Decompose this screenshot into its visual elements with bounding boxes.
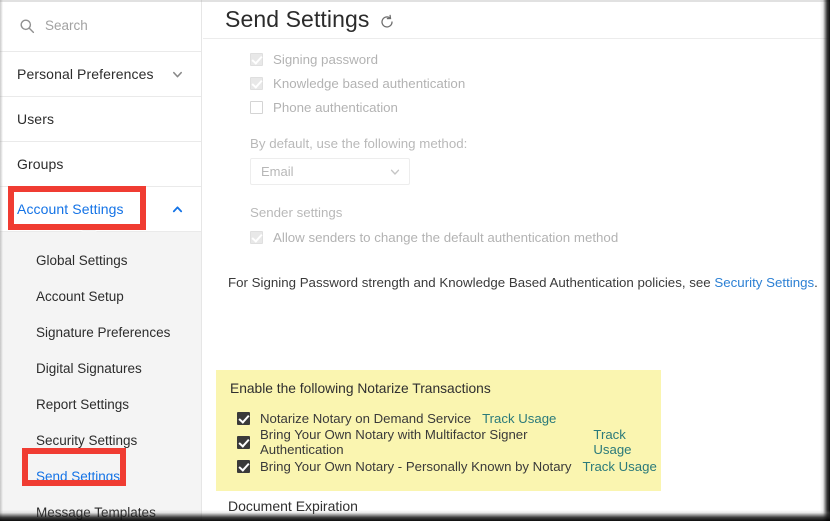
checkbox-signing-password[interactable] xyxy=(250,52,263,66)
checkbox-row-phone-authentication[interactable]: Phone authentication xyxy=(203,95,830,119)
policy-note-suffix: . xyxy=(814,275,818,290)
sidebar-item-account-setup[interactable]: Account Setup xyxy=(0,278,201,314)
sidebar: Search Personal Preferences Users Groups… xyxy=(0,0,202,521)
checkbox-row-allow-senders-change-default[interactable]: Allow senders to change the default auth… xyxy=(203,225,830,249)
document-expiration-title: Document Expiration xyxy=(228,498,358,514)
chevron-down-icon[interactable] xyxy=(171,68,184,81)
checkbox-byon-personally-known[interactable] xyxy=(237,459,250,473)
track-usage-link[interactable]: Track Usage xyxy=(593,427,661,457)
authentication-methods-group: Signing password Knowledge based authent… xyxy=(203,47,830,249)
page-title: Send Settings xyxy=(225,5,370,32)
checkbox-phone-authentication[interactable] xyxy=(250,100,263,114)
sidebar-item-security-settings[interactable]: Security Settings xyxy=(0,422,201,458)
notarize-transactions-section: Enable the following Notarize Transactio… xyxy=(216,370,661,491)
sidebar-subitem-label: Global Settings xyxy=(36,252,128,268)
screenshot-frame: Search Personal Preferences Users Groups… xyxy=(0,0,830,521)
sidebar-item-message-templates[interactable]: Message Templates xyxy=(0,494,201,521)
sidebar-subitem-label: Security Settings xyxy=(36,432,138,448)
sidebar-item-label: Personal Preferences xyxy=(17,66,154,82)
default-method-label: By default, use the following method: xyxy=(250,136,468,151)
checkbox-row-signing-password[interactable]: Signing password xyxy=(203,47,830,71)
policy-note: For Signing Password strength and Knowle… xyxy=(203,275,830,290)
sidebar-item-label: Users xyxy=(17,111,55,127)
checkbox-notarize-on-demand[interactable] xyxy=(237,411,250,425)
default-method-value: Email xyxy=(261,164,294,179)
sidebar-item-label: Groups xyxy=(17,156,64,172)
sidebar-subitem-label: Signature Preferences xyxy=(36,324,171,340)
sidebar-item-global-settings[interactable]: Global Settings xyxy=(0,242,201,278)
sidebar-item-report-settings[interactable]: Report Settings xyxy=(0,386,201,422)
checkbox-allow-senders-change-default[interactable] xyxy=(250,230,263,244)
submenu-notch-icon xyxy=(80,224,98,233)
checkbox-label: Bring Your Own Notary with Multifactor S… xyxy=(260,427,528,457)
page-header: Send Settings xyxy=(203,0,830,39)
main-panel: Send Settings Signing password Knowledge… xyxy=(203,0,830,521)
track-usage-link[interactable]: Track Usage xyxy=(583,459,657,474)
sender-settings-label: Sender settings xyxy=(250,205,343,220)
checkbox-label: Knowledge based authentication xyxy=(273,75,466,91)
sidebar-subitem-label: Send Settings xyxy=(36,468,121,484)
policy-note-text: For Signing Password strength and Knowle… xyxy=(228,275,715,290)
account-settings-submenu: Global Settings Account Setup Signature … xyxy=(0,224,201,521)
checkbox-row-knowledge-based-authentication[interactable]: Knowledge based authentication xyxy=(203,71,830,95)
checkbox-label: Phone authentication xyxy=(273,99,398,115)
chevron-down-icon[interactable] xyxy=(389,166,401,178)
security-settings-link[interactable]: Security Settings xyxy=(714,275,814,290)
sidebar-item-groups[interactable]: Groups xyxy=(0,142,201,187)
search-input[interactable]: Search xyxy=(0,0,201,52)
search-placeholder: Search xyxy=(45,18,88,33)
sidebar-item-account-settings[interactable]: Account Settings xyxy=(0,187,201,232)
settings-content: Signing password Knowledge based authent… xyxy=(203,39,830,521)
checkbox-knowledge-based-authentication[interactable] xyxy=(250,76,263,90)
sidebar-item-users[interactable]: Users xyxy=(0,97,201,142)
sidebar-subitem-label: Account Setup xyxy=(36,288,124,304)
default-method-select[interactable]: Email xyxy=(250,158,410,185)
checkbox-label: Bring Your Own Notary - Personally Known… xyxy=(260,458,572,474)
checkbox-byon-multifactor[interactable] xyxy=(237,435,250,449)
sidebar-subitem-label: Report Settings xyxy=(36,396,130,412)
notarize-section-title: Enable the following Notarize Transactio… xyxy=(230,381,491,396)
checkbox-label: Allow senders to change the default auth… xyxy=(273,229,619,245)
chevron-up-icon[interactable] xyxy=(171,203,184,216)
sidebar-item-send-settings[interactable]: Send Settings xyxy=(0,458,201,494)
sidebar-item-personal-preferences[interactable]: Personal Preferences xyxy=(0,52,201,97)
sidebar-item-digital-signatures[interactable]: Digital Signatures xyxy=(0,350,201,386)
checkbox-row-byon-personally-known[interactable]: Bring Your Own Notary - Personally Known… xyxy=(216,454,661,478)
sidebar-subitem-label: Message Templates xyxy=(36,504,156,520)
track-usage-link[interactable]: Track Usage xyxy=(482,411,556,426)
checkbox-label: Notarize Notary on Demand Service xyxy=(260,410,472,426)
checkbox-label: Signing password xyxy=(273,51,378,67)
sidebar-item-label: Account Settings xyxy=(17,201,124,217)
sidebar-item-signature-preferences[interactable]: Signature Preferences xyxy=(0,314,201,350)
sidebar-subitem-label: Digital Signatures xyxy=(36,360,142,376)
checkbox-row-byon-multifactor[interactable]: Bring Your Own Notary with Multifactor S… xyxy=(216,427,661,457)
refresh-icon[interactable] xyxy=(379,14,395,30)
search-icon xyxy=(19,18,35,34)
